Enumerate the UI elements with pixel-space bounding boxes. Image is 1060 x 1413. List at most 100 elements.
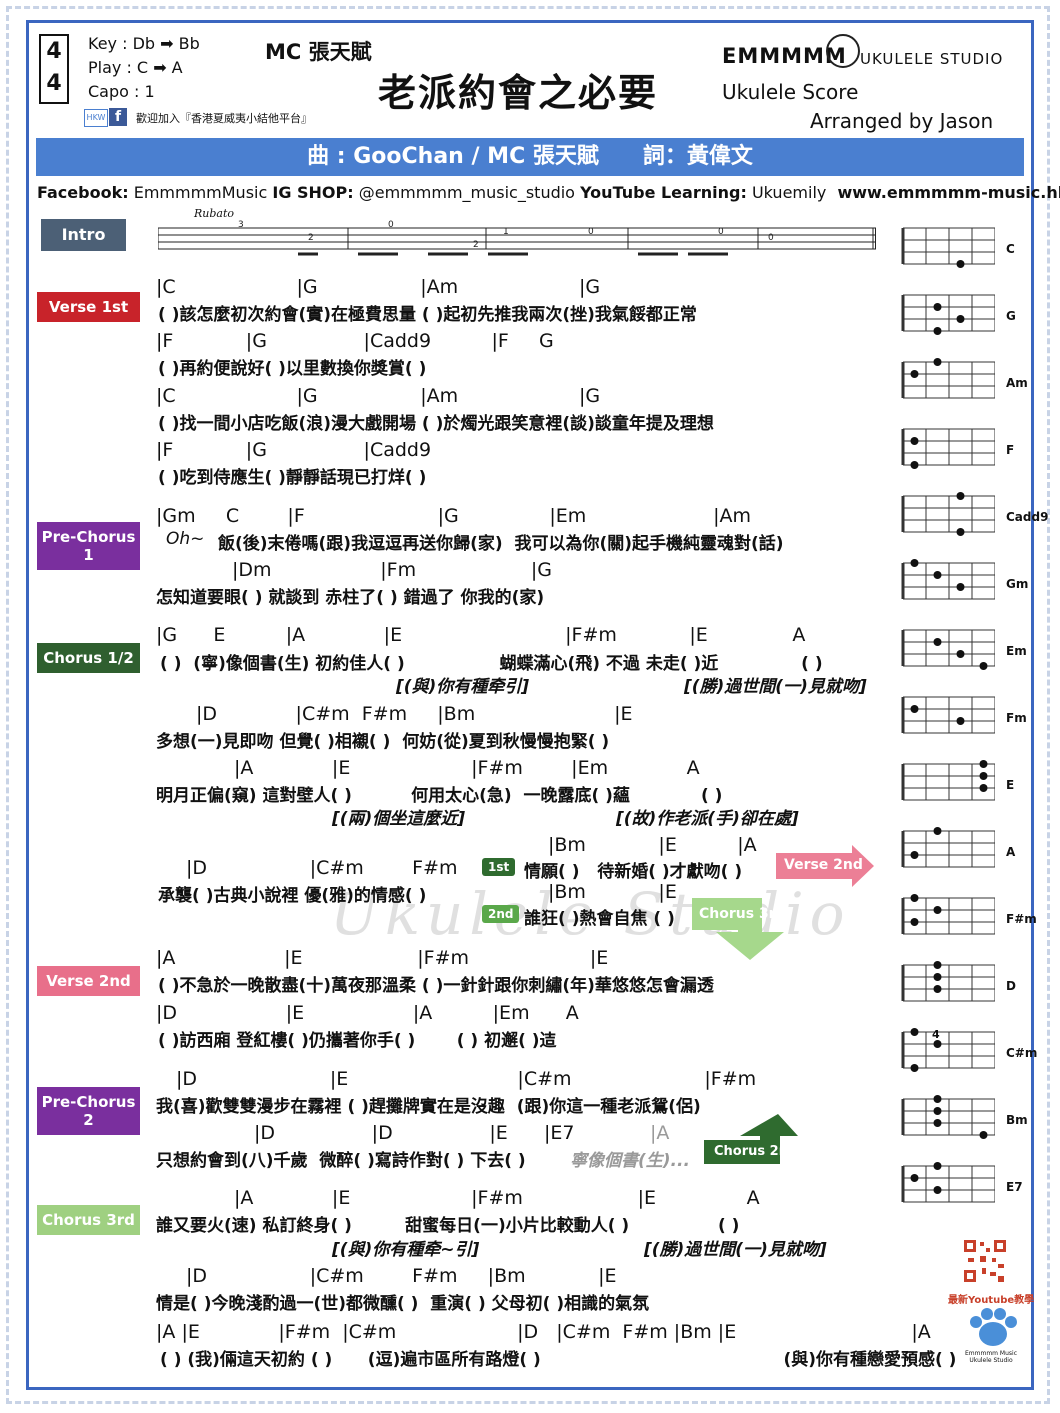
finger-dot bbox=[910, 894, 919, 902]
lyric-line: 怎知道要眼( ) 就談到 赤柱了( ) 錯過了 你我的(家) bbox=[156, 588, 545, 608]
chord-line: |D |D |E |E7 bbox=[254, 1122, 575, 1144]
chord-diagram-e7 bbox=[901, 1162, 995, 1203]
chord-diagram-label: Em bbox=[1006, 644, 1027, 658]
finger-dot bbox=[933, 961, 942, 969]
chord-diagram-label: Cadd9 bbox=[1006, 510, 1049, 524]
play-line: Play : C ➡ A bbox=[88, 58, 183, 77]
ig-label: IG SHOP: bbox=[272, 183, 354, 202]
chord-line: |D |E |A |Em A bbox=[156, 1002, 579, 1024]
chord-diagram-g bbox=[901, 294, 995, 335]
finger-dot bbox=[910, 705, 919, 713]
chord-diagram-d bbox=[901, 961, 995, 1002]
chord-diagram-cadd9 bbox=[901, 492, 995, 536]
studio-logo-icon bbox=[826, 34, 860, 68]
page-title: 老派約會之必要 bbox=[378, 71, 659, 115]
lyric-line: ( )吃到侍應生( )靜靜話現已打烊( ) bbox=[158, 468, 427, 488]
lyric-line: ( )找一間小店吃飯(浪)漫大戲開場 ( )於燭光跟笑意裡(談)談童年提及理想 bbox=[158, 414, 714, 434]
finger-dot bbox=[956, 260, 965, 268]
lyric-line: ( )不急於一晚散盡(十)萬夜那溫柔 ( )一針針跟你刺繡(年)華悠悠怎會漏透 bbox=[158, 976, 714, 996]
finger-dot bbox=[979, 784, 988, 792]
finger-dot bbox=[933, 1162, 942, 1170]
ig-link[interactable]: @emmmmm_music_studio bbox=[359, 183, 575, 202]
chord-line: |A |E |F#m |E A bbox=[234, 1187, 760, 1209]
chord-diagram-label: E bbox=[1006, 778, 1015, 792]
chord-diagram-fsharpm bbox=[901, 894, 995, 935]
finger-dot bbox=[933, 1107, 942, 1115]
chord-line: |Dm |Fm |G bbox=[232, 559, 552, 581]
finger-dot bbox=[933, 1186, 942, 1194]
finger-dot bbox=[910, 1064, 919, 1072]
finger-dot bbox=[933, 827, 942, 835]
chord-diagram-label: Gm bbox=[1006, 577, 1029, 591]
key-line: Key : Db ➡ Bb bbox=[88, 34, 200, 53]
chord-line: |C |G |Am |G bbox=[156, 385, 601, 407]
finger-dot bbox=[979, 1131, 988, 1139]
chord-diagram-c bbox=[901, 227, 995, 268]
links-row: Facebook: EmmmmmMusic IG SHOP: @emmmmm_m… bbox=[37, 183, 1060, 202]
finger-dot bbox=[933, 973, 942, 981]
lyric-line: ( ) (寧)像個書(生) 初約佳人( ) 蝴蝶滿心(飛) 不過 未走( )近 … bbox=[160, 654, 823, 674]
chord-hint: |A bbox=[650, 1122, 670, 1144]
chord-diagram-gm bbox=[901, 559, 995, 600]
finger-dot bbox=[956, 492, 965, 500]
finger-dot bbox=[979, 760, 988, 768]
echo-line: [(與)你有種牵引] bbox=[396, 677, 530, 697]
website-link[interactable]: www.emmmmm-music.hk bbox=[837, 183, 1060, 202]
youtube-label: YouTube Learning: bbox=[580, 183, 747, 202]
lyric-line: ( )再約便說好( )以里數換你獎賞( ) bbox=[158, 359, 427, 379]
chord-diagram-f bbox=[901, 428, 995, 469]
finger-dot bbox=[956, 650, 965, 658]
finger-dot bbox=[910, 1174, 919, 1182]
facebook-label: Facebook: bbox=[37, 183, 129, 202]
first-ending-badge: 1st bbox=[482, 858, 516, 876]
goto-verse-2-label: Verse 2nd bbox=[784, 857, 863, 873]
oh-interjection: Oh~ bbox=[166, 529, 205, 549]
chord-diagram-em bbox=[901, 629, 995, 670]
facebook-link[interactable]: EmmmmmMusic bbox=[134, 183, 268, 202]
svg-text:2: 2 bbox=[473, 240, 479, 250]
youtube-link[interactable]: Ukuemily bbox=[752, 183, 826, 202]
lyric-line: 誰狂( )熱會自焦 ( ) bbox=[524, 909, 675, 929]
svg-text:3: 3 bbox=[238, 220, 244, 230]
finger-dot bbox=[956, 528, 965, 536]
finger-dot bbox=[910, 851, 919, 859]
svg-text:0: 0 bbox=[388, 220, 394, 230]
chord-line: |F |G |Cadd9 bbox=[156, 439, 432, 461]
capo-line: Capo : 1 bbox=[88, 82, 155, 101]
intro-staff: 3 2 0 2 1 0 0 0 bbox=[158, 220, 876, 256]
echo-line: [(勝)過世間(一)見就吻] bbox=[644, 1240, 827, 1260]
svg-text:0: 0 bbox=[588, 227, 594, 237]
credit-bar: 曲 : GooChan / MC 張天賦 詞：黃偉文 bbox=[36, 138, 1024, 176]
paw-logo-icon bbox=[970, 1308, 1017, 1346]
score-type: Ukulele Score bbox=[722, 80, 859, 104]
chord-line: |A |E |F#m |Em A bbox=[234, 757, 700, 779]
chord-line: |G E |A |E |F#m |E A bbox=[156, 624, 806, 646]
qr-code-icon[interactable] bbox=[962, 1238, 1008, 1284]
lyric-line: 誰又要火(速) 私訂終身( ) 甜蜜每日(一)小片比較動人( ) ( ) bbox=[156, 1216, 740, 1236]
lyric-line: 只想約會到(八)千歲 微醉( )寫詩作對( ) 下去( ) bbox=[156, 1151, 526, 1171]
chord-line: |D |C#m F#m |Bm |E bbox=[186, 1265, 617, 1287]
chord-diagram-label: Am bbox=[1006, 376, 1028, 390]
section-verse-2: Verse 2nd bbox=[37, 966, 140, 996]
chord-diagram-am bbox=[901, 358, 995, 399]
chord-line: |Bm |E |A bbox=[548, 834, 757, 856]
echo-line: [(勝)過世間(一)見就吻] bbox=[684, 677, 867, 697]
finger-dot bbox=[910, 370, 919, 378]
chord-diagram-csharpm bbox=[901, 1028, 995, 1072]
chord-diagram-label: C bbox=[1006, 242, 1015, 256]
chord-diagram-label: D bbox=[1006, 979, 1016, 993]
fret-marker: 4 bbox=[932, 1028, 940, 1041]
hkw-logo-icon[interactable]: HKW bbox=[84, 109, 108, 127]
facebook-icon[interactable]: f bbox=[109, 108, 127, 126]
chord-line: |A |E |F#m |E bbox=[156, 947, 609, 969]
key-info: Key : Db ➡ Bb Play : C ➡ A Capo : 1 bbox=[88, 32, 200, 104]
finger-dot bbox=[933, 906, 942, 914]
section-chorus-1-2: Chorus 1/2 bbox=[37, 643, 140, 673]
chord-line: |D |E |C#m |F#m bbox=[176, 1068, 757, 1090]
second-ending-badge: 2nd bbox=[482, 905, 520, 923]
finger-dot bbox=[933, 327, 942, 335]
chord-line: |D |C#m F#m bbox=[186, 857, 458, 879]
chord-diagram-bm bbox=[901, 1095, 995, 1139]
finger-dot bbox=[910, 437, 919, 445]
chord-line: |Gm C |F |G |Em |Am bbox=[156, 505, 751, 527]
